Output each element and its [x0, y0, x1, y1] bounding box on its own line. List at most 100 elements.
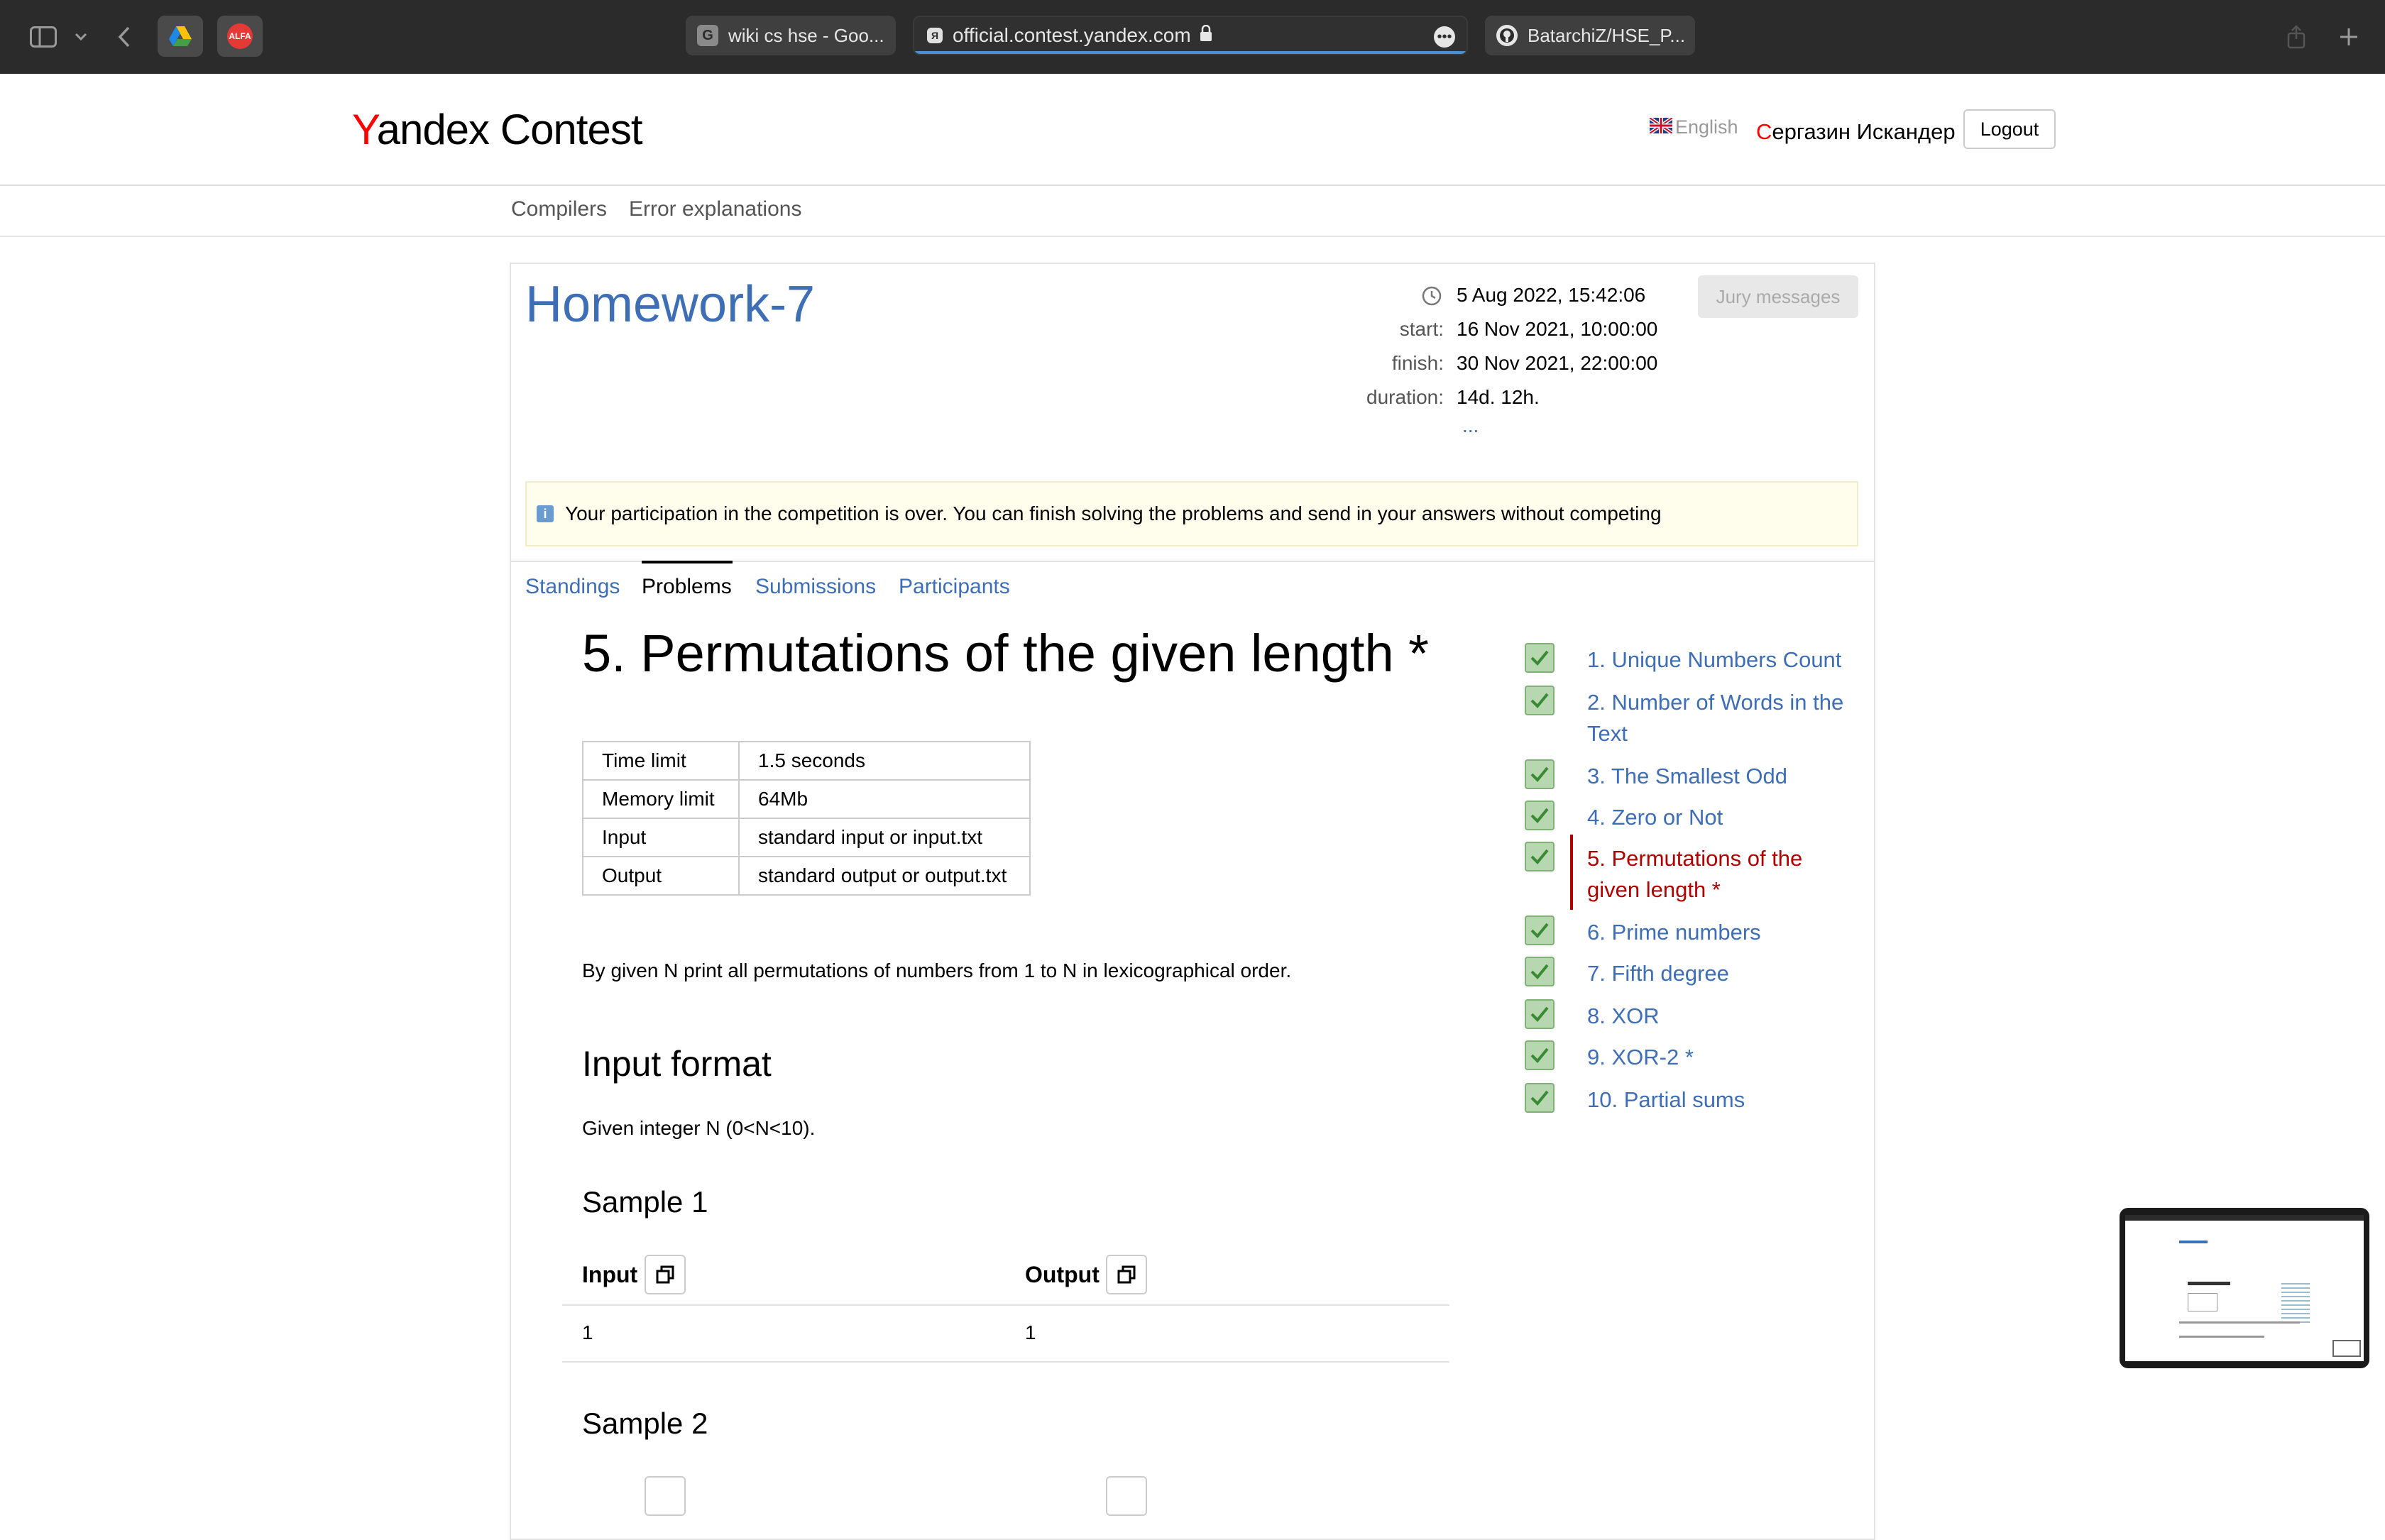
- limit-value: standard input or input.txt: [738, 818, 1031, 857]
- logout-button[interactable]: Logout: [1963, 109, 2056, 149]
- address-bar-url[interactable]: official.contest.yandex.com: [953, 24, 1191, 47]
- error-explanations-link[interactable]: Error explanations: [629, 197, 801, 221]
- logo-contest: Contest: [500, 106, 643, 153]
- user-name-rest: ергазин Искандер: [1772, 119, 1956, 144]
- info-icon: i: [537, 505, 554, 522]
- limit-label: Output: [582, 856, 740, 896]
- solved-check-icon: [1525, 1083, 1555, 1113]
- solved-check-icon: [1525, 801, 1555, 830]
- problem-link[interactable]: 3. The Smallest Odd: [1587, 761, 1857, 792]
- limit-value: 64Mb: [738, 779, 1031, 819]
- limits-table: Time limit 1.5 seconds Memory limit 64Mb I…: [582, 741, 1031, 896]
- user-initial: С: [1756, 119, 1772, 144]
- table-row: Time limit 1.5 seconds: [582, 741, 1031, 781]
- tab-problems[interactable]: Problems: [642, 575, 732, 599]
- limit-label: Input: [582, 818, 740, 857]
- input-format-text: Given integer N (0<N<10).: [582, 1117, 816, 1139]
- clock-icon: [1421, 285, 1442, 310]
- participation-notice: i Your participation in the competition …: [525, 481, 1858, 546]
- contest-title[interactable]: Homework-7: [525, 275, 815, 334]
- limit-label: Memory limit: [582, 779, 740, 819]
- copy-icon: [1117, 1265, 1136, 1284]
- google-drive-icon[interactable]: [158, 16, 203, 57]
- solved-check-icon: [1525, 842, 1555, 871]
- tab-label: BatarchiZ/HSE_P...: [1528, 24, 1686, 46]
- problem-link[interactable]: 4. Zero or Not: [1587, 802, 1857, 833]
- uk-flag-icon: [1648, 116, 1674, 138]
- limit-value: 1.5 seconds: [738, 741, 1031, 781]
- more-info-link[interactable]: ...: [1462, 414, 1479, 437]
- limit-value: standard output or output.txt: [738, 856, 1031, 896]
- tab-standings[interactable]: Standings: [525, 575, 620, 599]
- tab-label: wiki cs hse - Goo...: [728, 24, 884, 46]
- solved-check-icon: [1525, 1040, 1555, 1070]
- active-tab-indicator: [642, 561, 733, 563]
- site-header: Yandex Contest English Сергазин Искандер…: [0, 74, 2385, 186]
- tab-participants[interactable]: Participants: [899, 575, 1010, 599]
- active-tab-indicator: [914, 51, 1466, 54]
- input-format-heading: Input format: [582, 1044, 772, 1084]
- sample-1-output-value: 1: [1025, 1321, 1036, 1343]
- jury-messages-button[interactable]: Jury messages: [1698, 275, 1858, 318]
- logo-y: Y: [352, 106, 378, 153]
- solved-check-icon: [1525, 915, 1555, 945]
- google-favicon-icon: G: [697, 25, 718, 46]
- github-favicon-icon: [1496, 25, 1518, 46]
- limit-label: Time limit: [582, 741, 740, 781]
- problem-link[interactable]: 8. XOR: [1587, 1001, 1857, 1032]
- alfa-label: ALFA: [227, 23, 253, 49]
- problem-link[interactable]: 5. Permutations of the given length *: [1587, 843, 1850, 906]
- copy-output-button[interactable]: [1106, 1476, 1147, 1516]
- duration-value: 14d. 12h.: [1457, 386, 1540, 408]
- language-label: English: [1675, 116, 1738, 138]
- problem-link[interactable]: 7. Fifth degree: [1587, 958, 1857, 989]
- problem-title: 5. Permutations of the given length *: [582, 624, 1429, 683]
- logo-yandex: andex: [376, 106, 490, 153]
- problem-link[interactable]: 2. Number of Words in the Text: [1587, 687, 1857, 749]
- sample-1-input-value: 1: [582, 1321, 593, 1343]
- problem-link[interactable]: 9. XOR-2 *: [1587, 1042, 1857, 1073]
- table-row: Memory limit 64Mb: [582, 779, 1031, 819]
- notice-text: Your participation in the competition is…: [565, 502, 1662, 524]
- sample-input-label: Input: [582, 1262, 638, 1287]
- compilers-link[interactable]: Compilers: [511, 197, 607, 221]
- alfa-extension-icon[interactable]: ALFA: [217, 16, 263, 57]
- duration-label: duration:: [1366, 386, 1444, 408]
- new-tab-icon[interactable]: [2337, 20, 2361, 54]
- copy-input-button[interactable]: [645, 1255, 686, 1294]
- more-options-icon[interactable]: •••: [1434, 26, 1455, 48]
- problem-link[interactable]: 10. Partial sums: [1587, 1084, 1857, 1116]
- problem-statement: By given N print all permutations of num…: [582, 959, 1292, 981]
- problem-link[interactable]: 1. Unique Numbers Count: [1587, 644, 1857, 676]
- solved-check-icon: [1525, 759, 1555, 789]
- finish-label: finish:: [1391, 352, 1444, 374]
- copy-output-button[interactable]: [1106, 1255, 1147, 1294]
- copy-input-button[interactable]: [645, 1476, 686, 1516]
- sample-output-label: Output: [1025, 1262, 1100, 1287]
- user-name[interactable]: Сергазин Искандер: [1756, 119, 1956, 145]
- yandex-favicon-icon: Я: [927, 28, 943, 43]
- back-icon[interactable]: [114, 20, 135, 54]
- yandex-contest-logo[interactable]: Yandex Contest: [352, 105, 643, 154]
- sample-2-heading: Sample 2: [582, 1407, 708, 1440]
- language-switcher[interactable]: English: [1648, 116, 1738, 138]
- tab-wiki-cs-hse[interactable]: G wiki cs hse - Goo...: [686, 16, 896, 55]
- problem-link[interactable]: 6. Prime numbers: [1587, 917, 1857, 948]
- share-icon[interactable]: [2284, 20, 2308, 54]
- sidebar-toggle-icon[interactable]: [27, 20, 60, 54]
- sample-1-heading: Sample 1: [582, 1185, 708, 1219]
- sub-navigation: Compilers Error explanations: [0, 186, 2385, 237]
- start-label: start:: [1399, 318, 1444, 340]
- screenshot-thumbnail[interactable]: [2120, 1208, 2369, 1368]
- current-time: 5 Aug 2022, 15:42:06: [1457, 284, 1646, 306]
- table-row: Output standard output or output.txt: [582, 856, 1031, 896]
- tab-submissions[interactable]: Submissions: [755, 575, 876, 599]
- sample-divider: [562, 1361, 1449, 1363]
- browser-toolbar: ALFA G wiki cs hse - Goo... Я official.c…: [0, 0, 2385, 74]
- tab-github[interactable]: BatarchiZ/HSE_P...: [1485, 16, 1695, 55]
- sample-divider: [562, 1304, 1449, 1306]
- tab-contest-active[interactable]: Я official.contest.yandex.com •••: [913, 16, 1468, 55]
- solved-check-icon: [1525, 957, 1555, 986]
- solved-check-icon: [1525, 999, 1555, 1029]
- chevron-down-icon[interactable]: [71, 20, 91, 54]
